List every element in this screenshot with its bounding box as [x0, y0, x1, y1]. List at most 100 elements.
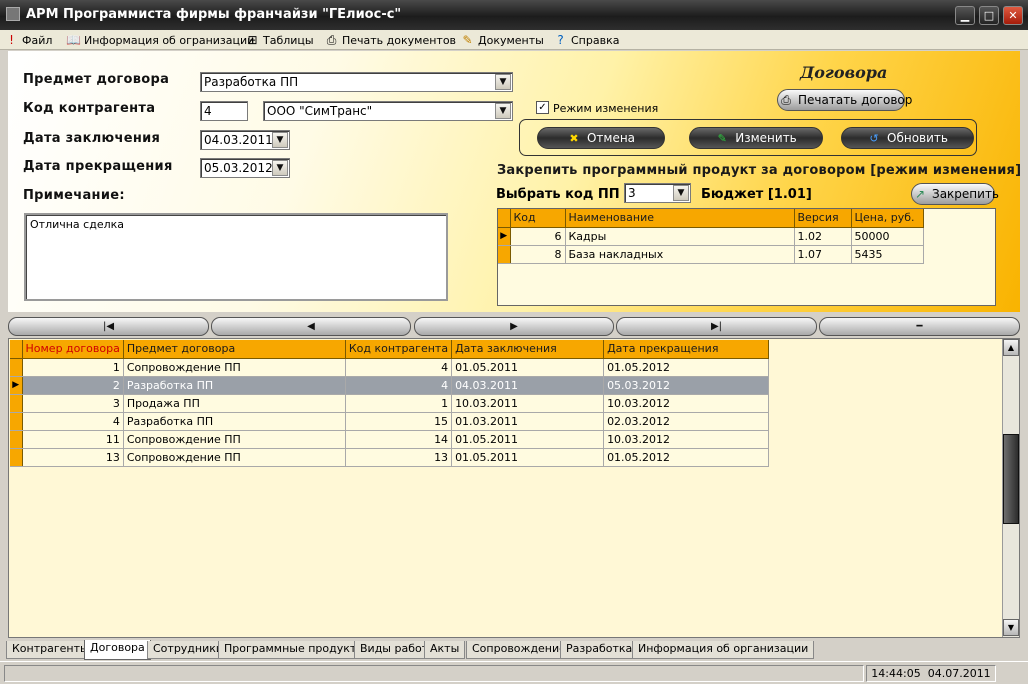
pp-code-select[interactable]: 3 ▼ [624, 183, 691, 203]
chevron-down-icon[interactable]: ▼ [272, 160, 288, 176]
cell-version[interactable]: 1.07 [794, 245, 852, 264]
cell-contractor[interactable]: 13 [345, 448, 453, 467]
cell-start[interactable]: 01.03.2011 [451, 412, 605, 431]
table-row[interactable]: 8 База накладных 1.07 5435 [498, 245, 924, 264]
close-button[interactable]: ✕ [1003, 6, 1023, 25]
contractor-name-select[interactable]: ООО "СимТранс" ▼ [263, 101, 513, 121]
tab-acts[interactable]: Акты [424, 641, 466, 659]
scroll-up-icon[interactable]: ▲ [1003, 339, 1019, 356]
table-row[interactable]: 3 Продажа ПП 1 10.03.2011 10.03.2012 [10, 394, 770, 413]
cell-start[interactable]: 01.05.2011 [451, 448, 605, 467]
menu-tables[interactable]: ⊞ Таблицы [245, 32, 313, 48]
cell-number[interactable]: 4 [22, 412, 124, 431]
table-row[interactable]: 4 Разработка ПП 15 01.03.2011 02.03.2012 [10, 412, 770, 431]
cell-end[interactable]: 02.03.2012 [603, 412, 770, 431]
change-button[interactable]: ✎ Изменить [689, 127, 823, 149]
col-end-date[interactable]: Дата прекращения [603, 340, 770, 359]
cell-start[interactable]: 10.03.2011 [451, 394, 605, 413]
col-name[interactable]: Наименование [565, 209, 795, 228]
cell-end[interactable]: 01.05.2012 [603, 448, 770, 467]
col-price[interactable]: Цена, руб. [851, 209, 924, 228]
chevron-down-icon[interactable]: ▼ [272, 132, 288, 148]
tab-contractors[interactable]: Контрагенты [6, 641, 95, 659]
cell-number[interactable]: 2 [22, 376, 124, 395]
scroll-thumb[interactable] [1003, 434, 1019, 524]
table-row[interactable]: 11 Сопровождение ПП 14 01.05.2011 10.03.… [10, 430, 770, 449]
print-contract-button[interactable]: ⎙ Печатать договор [777, 89, 912, 111]
cell-contractor[interactable]: 4 [345, 358, 453, 377]
nav-prev-button[interactable]: ◀ [211, 317, 411, 336]
cell-subject[interactable]: Сопровождение ПП [123, 358, 346, 377]
cell-subject[interactable]: Сопровождение ПП [123, 430, 346, 449]
cell-end[interactable]: 01.05.2012 [603, 358, 770, 377]
table-row[interactable]: ▶ 6 Кадры 1.02 50000 [498, 227, 924, 246]
menu-org-info[interactable]: 📖 Информация об огранизации [66, 32, 254, 48]
menu-file[interactable]: ! Файл [4, 32, 52, 48]
cell-name[interactable]: База накладных [565, 245, 795, 264]
col-contract-number[interactable]: Номер договора [22, 340, 124, 359]
chevron-down-icon[interactable]: ▼ [495, 103, 511, 119]
cell-start[interactable]: 04.03.2011 [451, 376, 605, 395]
subject-select[interactable]: Разработка ПП ▼ [200, 72, 513, 92]
tab-employees[interactable]: Сотрудники [147, 641, 230, 659]
tab-development[interactable]: Разработка [560, 641, 639, 659]
cell-contractor[interactable]: 14 [345, 430, 453, 449]
cell-subject[interactable]: Разработка ПП [123, 412, 346, 431]
tab-support[interactable]: Сопровождение [466, 641, 572, 659]
menu-documents[interactable]: ✎ Документы [460, 32, 543, 48]
cell-number[interactable]: 1 [22, 358, 124, 377]
cell-start[interactable]: 01.05.2011 [451, 358, 605, 377]
cell-code[interactable]: 8 [510, 245, 566, 264]
table-row-selected[interactable]: ▶ 2 Разработка ПП 4 04.03.2011 05.03.201… [10, 376, 770, 395]
nav-last-button[interactable]: ▶| [616, 317, 817, 336]
tab-software-products[interactable]: Программные продукты [218, 641, 371, 659]
cell-name[interactable]: Кадры [565, 227, 795, 246]
nav-next-button[interactable]: ▶ [414, 317, 614, 336]
cell-contractor[interactable]: 1 [345, 394, 453, 413]
maximize-button[interactable]: □ [979, 6, 999, 25]
cell-contractor[interactable]: 15 [345, 412, 453, 431]
col-version[interactable]: Версия [794, 209, 852, 228]
note-textarea[interactable]: Отлична сделка [24, 213, 448, 301]
refresh-button[interactable]: ↺ Обновить [841, 127, 974, 149]
cell-end[interactable]: 10.03.2012 [603, 430, 770, 449]
col-code[interactable]: Код [510, 209, 566, 228]
cell-subject[interactable]: Сопровождение ПП [123, 448, 346, 467]
tab-org-info[interactable]: Информация об организации [632, 641, 815, 659]
minimize-button[interactable]: ▁ [955, 6, 975, 25]
contractor-code-input[interactable]: 4 [200, 101, 248, 121]
end-date-picker[interactable]: 05.03.2012 ▼ [200, 158, 290, 178]
tab-contracts[interactable]: Договора [84, 640, 151, 660]
col-contract-subject[interactable]: Предмет договора [123, 340, 346, 359]
vertical-scrollbar[interactable]: ▲ ▼ [1002, 339, 1019, 637]
scroll-down-icon[interactable]: ▼ [1003, 619, 1019, 636]
cell-price[interactable]: 5435 [851, 245, 924, 264]
cell-start[interactable]: 01.05.2011 [451, 430, 605, 449]
cell-end[interactable]: 10.03.2012 [603, 394, 770, 413]
cell-price[interactable]: 50000 [851, 227, 924, 246]
menu-print[interactable]: ⎙ Печать документов [324, 32, 456, 48]
col-contractor-code[interactable]: Код контрагента [345, 340, 453, 359]
cell-subject[interactable]: Разработка ПП [123, 376, 346, 395]
chevron-down-icon[interactable]: ▼ [495, 74, 511, 90]
col-start-date[interactable]: Дата заключения [451, 340, 605, 359]
menu-help[interactable]: ? Справка [553, 32, 619, 48]
table-row[interactable]: 1 Сопровождение ПП 4 01.05.2011 01.05.20… [10, 358, 770, 377]
cell-code[interactable]: 6 [510, 227, 566, 246]
tab-work-types[interactable]: Виды работ [354, 641, 435, 659]
cell-subject[interactable]: Продажа ПП [123, 394, 346, 413]
cell-contractor[interactable]: 4 [345, 376, 453, 395]
cell-number[interactable]: 13 [22, 448, 124, 467]
table-row[interactable]: 13 Сопровождение ПП 13 01.05.2011 01.05.… [10, 448, 770, 467]
attach-button[interactable]: ↗ Закрепить [911, 183, 999, 205]
cell-number[interactable]: 11 [22, 430, 124, 449]
nav-first-button[interactable]: |◀ [8, 317, 209, 336]
cell-version[interactable]: 1.02 [794, 227, 852, 246]
edit-mode-checkbox[interactable]: ✓ [536, 101, 549, 114]
cell-end[interactable]: 05.03.2012 [603, 376, 770, 395]
cell-number[interactable]: 3 [22, 394, 124, 413]
chevron-down-icon[interactable]: ▼ [673, 185, 689, 201]
cancel-button[interactable]: ✖ Отмена [537, 127, 665, 149]
nav-delete-button[interactable]: ━ [819, 317, 1020, 336]
start-date-picker[interactable]: 04.03.2011 ▼ [200, 130, 290, 150]
